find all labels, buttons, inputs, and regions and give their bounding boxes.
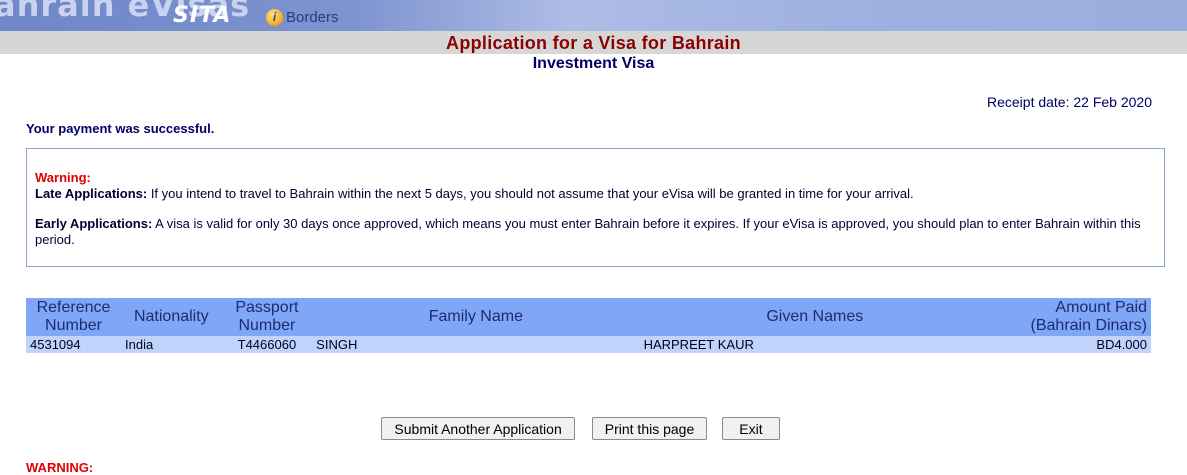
warning-box: Warning: Late Applications: If you inten…	[26, 148, 1165, 267]
info-circle-icon: i	[266, 8, 283, 26]
header-passport-number: Passport Number	[221, 298, 313, 336]
late-applications-label: Late Applications:	[35, 186, 148, 201]
borders-logo-text: Borders	[286, 8, 339, 26]
cell-reference-number: 4531094	[26, 336, 121, 353]
application-details-table: Reference Number Nationality Passport Nu…	[26, 298, 1151, 353]
early-applications-note: Early Applications: A visa is valid for …	[35, 216, 1156, 248]
top-banner: ahrain eVisas SITA i Borders	[0, 0, 1187, 31]
title-bar: Application for a Visa for Bahrain	[0, 31, 1187, 54]
cell-amount-paid: BD4.000	[989, 336, 1151, 353]
cell-given-names: HARPREET KAUR	[639, 336, 990, 353]
header-reference-number: Reference Number	[26, 298, 121, 336]
cell-nationality: India	[121, 336, 222, 353]
page-title: Application for a Visa for Bahrain	[446, 33, 741, 53]
cell-family-name: SINGH	[312, 336, 640, 353]
header-amount-paid: Amount Paid (Bahrain Dinars)	[989, 298, 1151, 336]
header-nationality: Nationality	[121, 298, 222, 336]
print-page-button[interactable]: Print this page	[591, 417, 708, 440]
header-family-name: Family Name	[312, 298, 640, 336]
exit-button[interactable]: Exit	[722, 417, 780, 440]
late-applications-note: Late Applications: If you intend to trav…	[35, 186, 1156, 202]
iborders-logo: i Borders	[266, 8, 339, 26]
submit-another-application-button[interactable]: Submit Another Application	[381, 417, 575, 440]
table-header-row: Reference Number Nationality Passport Nu…	[26, 298, 1151, 336]
payment-success-message: Your payment was successful.	[26, 121, 215, 136]
action-buttons: Submit Another Application Print this pa…	[0, 417, 1187, 440]
warning-title: Warning:	[35, 170, 91, 185]
table-row: 4531094 India T4466060 SINGH HARPREET KA…	[26, 336, 1151, 353]
cell-passport-number: T4466060	[221, 336, 313, 353]
page-subtitle: Investment Visa	[532, 55, 655, 72]
early-applications-text: A visa is valid for only 30 days once ap…	[35, 216, 1141, 247]
bottom-warning-heading: WARNING:	[26, 460, 94, 475]
early-applications-label: Early Applications:	[35, 216, 153, 231]
sita-logo: SITA	[173, 3, 232, 28]
header-given-names: Given Names	[639, 298, 990, 336]
receipt-date: Receipt date: 22 Feb 2020	[986, 94, 1152, 110]
late-applications-text: If you intend to travel to Bahrain withi…	[147, 186, 914, 201]
